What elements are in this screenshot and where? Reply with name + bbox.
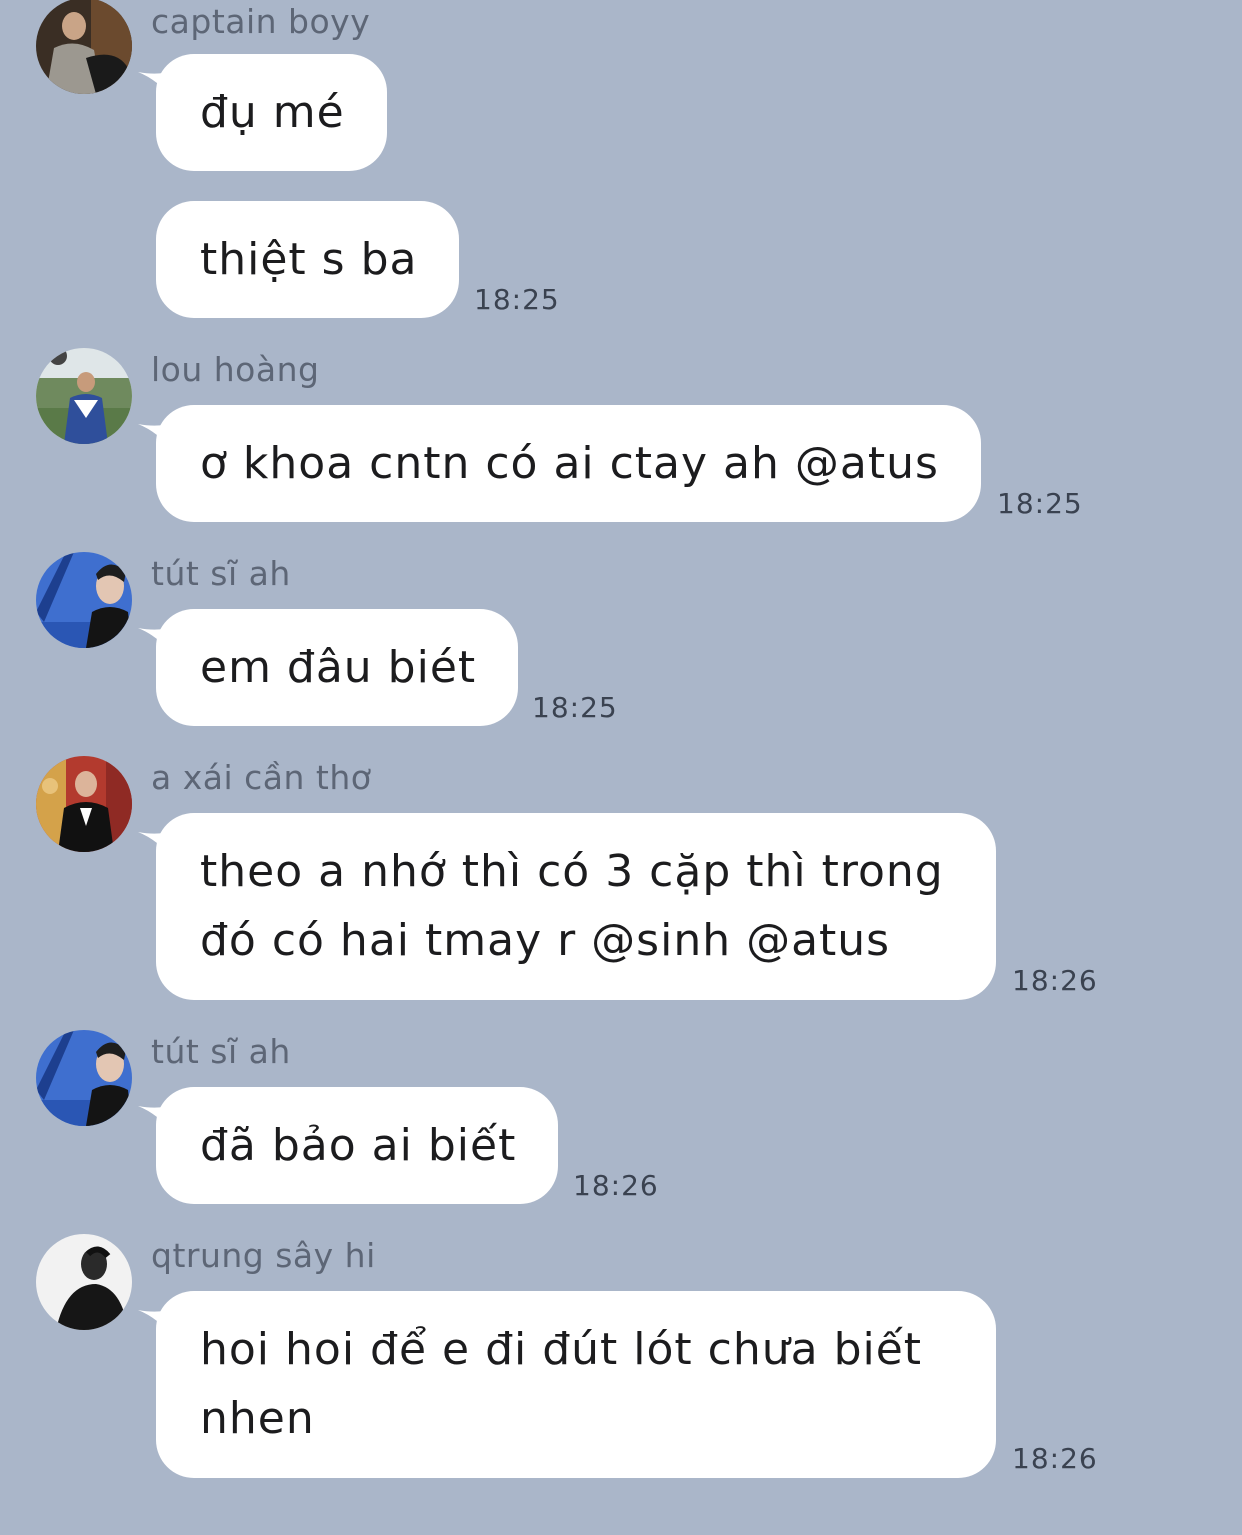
avatar-photo-blue-icon: [36, 552, 132, 648]
avatar[interactable]: [36, 348, 132, 444]
message-time: 18:25: [997, 487, 1083, 520]
message-time: 18:25: [474, 283, 560, 316]
message-bubble[interactable]: ơ khoa cntn có ai ctay ah @atus: [156, 405, 981, 522]
message-bubble[interactable]: theo a nhớ thì có 3 cặp thì trong đó có …: [156, 813, 996, 1000]
sender-name: tút sĩ ah: [151, 554, 291, 593]
message-time: 18:25: [532, 691, 618, 724]
avatar[interactable]: [36, 1234, 132, 1330]
message-bubble[interactable]: thiệt s ba: [156, 201, 460, 318]
message-time: 18:26: [573, 1169, 659, 1202]
message-time: 18:26: [1012, 964, 1098, 997]
avatar-photo-red-icon: [36, 756, 132, 852]
avatar-photo-dark-icon: [36, 0, 132, 94]
avatar-photo-blue-icon: [36, 1030, 132, 1126]
avatar[interactable]: [36, 1030, 132, 1126]
sender-name: lou hoàng: [151, 350, 320, 389]
avatar-photo-outdoor-icon: [36, 348, 132, 444]
message-time: 18:26: [1012, 1442, 1098, 1475]
message-bubble[interactable]: hoi hoi để e đi đút lót chưa biết nhen: [156, 1291, 996, 1478]
message-bubble[interactable]: em đâu biét: [156, 609, 519, 726]
avatar[interactable]: [36, 0, 132, 94]
avatar[interactable]: [36, 552, 132, 648]
message-bubble[interactable]: đụ mé: [156, 54, 387, 171]
message-bubble[interactable]: đã bảo ai biết: [156, 1087, 559, 1204]
sender-name: tút sĩ ah: [151, 1032, 291, 1071]
sender-name: qtrung sây hi: [151, 1236, 376, 1275]
sender-name: captain boyy: [151, 2, 371, 41]
avatar[interactable]: [36, 756, 132, 852]
avatar-photo-bw-icon: [36, 1234, 132, 1330]
sender-name: a xái cần thơ: [151, 758, 372, 797]
